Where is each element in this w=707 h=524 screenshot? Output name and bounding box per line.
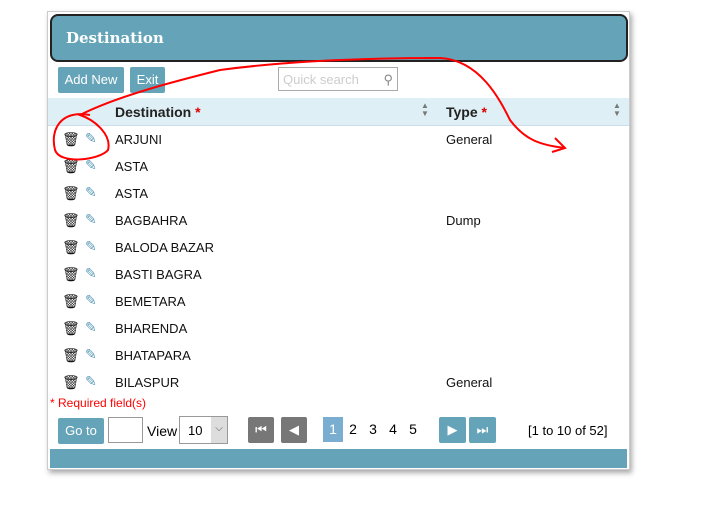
annotation-path <box>52 56 567 161</box>
red-annotation <box>52 56 567 161</box>
